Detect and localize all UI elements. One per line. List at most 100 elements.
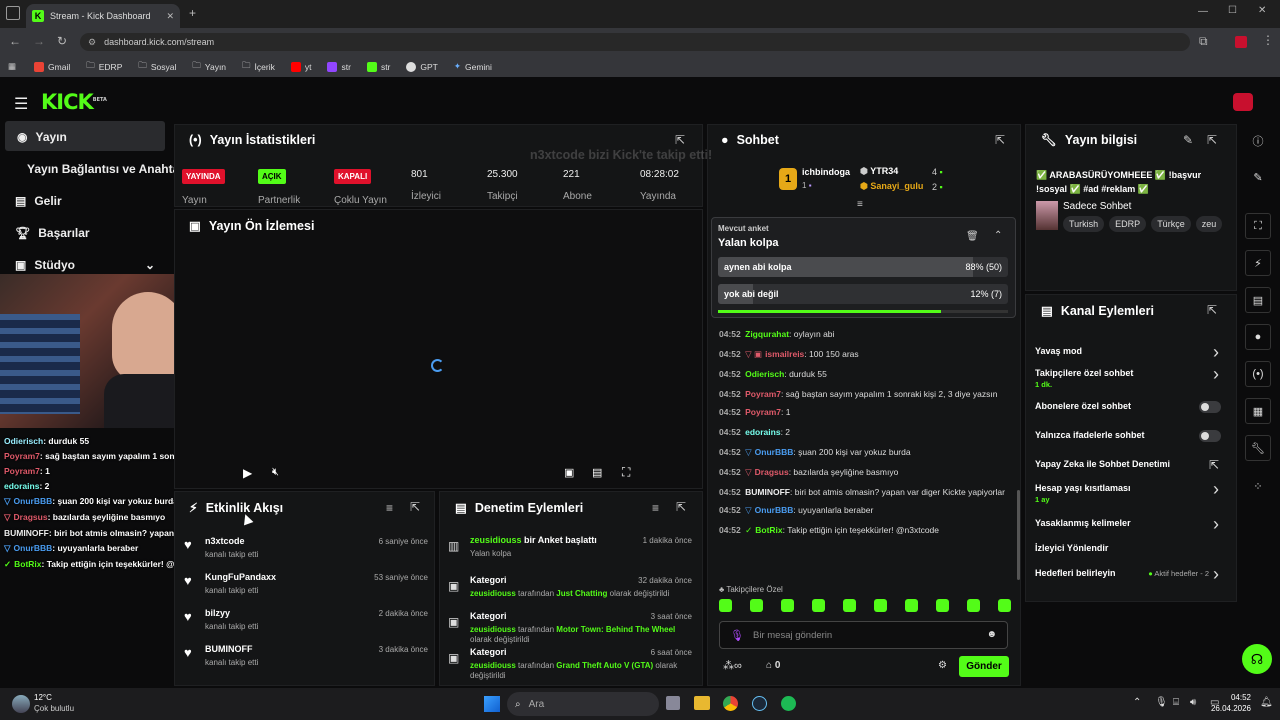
chat-username[interactable]: OnurBBB bbox=[755, 505, 794, 515]
chat-settings-icon[interactable]: ⚙ bbox=[938, 660, 947, 671]
bookmark-yayin[interactable]: 🗀 Yayın bbox=[186, 60, 232, 74]
sidebar-item-yayin[interactable]: ◉ Yayın bbox=[5, 121, 165, 151]
lightning-icon[interactable]: ⚡︎ bbox=[1245, 250, 1271, 276]
close-window-icon[interactable]: ✕ bbox=[1258, 5, 1266, 16]
file-explorer-icon[interactable] bbox=[694, 696, 710, 710]
taskbar-search[interactable]: ⌕ Ara bbox=[507, 692, 659, 716]
chat-scrollbar[interactable] bbox=[1017, 490, 1020, 580]
more-icon[interactable]: ⁘ bbox=[1245, 473, 1271, 499]
channel-action-2[interactable]: Takipçilere özel sohbet 1 dk. › bbox=[1035, 362, 1225, 395]
collapse-leaderboard-icon[interactable]: ≡ bbox=[857, 199, 863, 210]
edit-pencil-icon[interactable]: ✎ bbox=[1183, 133, 1193, 147]
clock-time[interactable]: 04:52 bbox=[1213, 693, 1251, 702]
bookmark-edrp[interactable]: 🗀 EDRP bbox=[80, 60, 128, 74]
sidebar-item-studyo[interactable]: ▣ Stüdyo ⌄ bbox=[15, 258, 155, 272]
mod-category[interactable]: Motor Town: Behind The Wheel bbox=[556, 625, 675, 634]
tag[interactable]: zeu bbox=[1195, 216, 1223, 232]
mute-icon[interactable]: 🔇︎ bbox=[272, 466, 279, 479]
info-icon[interactable]: ⓘ bbox=[1245, 128, 1271, 154]
mod-username[interactable]: zeusidiouss bbox=[470, 661, 516, 670]
trash-icon[interactable]: 🗑︎ bbox=[966, 231, 979, 242]
emote-icon[interactable] bbox=[750, 599, 763, 612]
popout-icon[interactable]: ⇱ bbox=[995, 133, 1005, 147]
follower-name[interactable]: bilzyy bbox=[205, 608, 230, 618]
bookmark-gemini[interactable]: ✦ Gemini bbox=[448, 61, 498, 72]
channel-action-4[interactable]: Yalnızca ifadelerle sohbet bbox=[1035, 424, 1225, 453]
reload-icon[interactable]: ↻ bbox=[57, 34, 67, 48]
follower-name[interactable]: BUMINOFF bbox=[205, 644, 253, 654]
chat-username[interactable]: Poyram7 bbox=[745, 407, 781, 417]
chat-username[interactable]: BUMINOFF bbox=[745, 487, 790, 497]
sidebar-item-stream-key[interactable]: Yayın Bağlantısı ve Anahtarı bbox=[27, 162, 187, 176]
pip-icon[interactable]: ▣ bbox=[564, 466, 574, 479]
channel-points-icon[interactable]: ⁂∞ bbox=[723, 659, 742, 672]
address-bar[interactable]: ⚙ dashboard.kick.com/stream bbox=[80, 33, 1190, 51]
channel-action-9[interactable]: Hedefleri belirleyin ● Aktif hedefler - 2… bbox=[1035, 562, 1225, 587]
task-view-icon[interactable] bbox=[666, 696, 680, 710]
emote-icon[interactable] bbox=[905, 599, 918, 612]
mod-username[interactable]: zeusidiouss bbox=[470, 625, 516, 634]
emote-icon[interactable] bbox=[843, 599, 856, 612]
filter-icon[interactable]: ≡ bbox=[652, 501, 659, 515]
emote-icon[interactable] bbox=[967, 599, 980, 612]
filter-icon[interactable]: ≡ bbox=[386, 501, 393, 515]
windows-start-icon[interactable] bbox=[484, 696, 500, 712]
tray-volume-icon[interactable]: 🔊︎ bbox=[1190, 697, 1196, 708]
chevron-up-icon[interactable]: ⌃ bbox=[994, 230, 1002, 241]
toggle-switch[interactable] bbox=[1199, 401, 1221, 413]
notification-bell-icon[interactable]: 🔔︎ bbox=[1260, 697, 1273, 708]
sidebar-item-basarilar[interactable]: 🏆︎ Başarılar bbox=[15, 226, 90, 240]
extension-shield-icon[interactable] bbox=[1235, 36, 1247, 48]
bookmark-gmail[interactable]: Gmail bbox=[28, 61, 76, 72]
raid-icon[interactable]: ⛶ bbox=[1245, 213, 1271, 239]
popout-icon[interactable]: ⇱ bbox=[676, 500, 686, 514]
back-icon[interactable]: ← bbox=[9, 34, 21, 48]
channel-action-6[interactable]: Hesap yaşı kısıtlaması 1 ay › bbox=[1035, 477, 1225, 512]
bookmark-yt[interactable]: yt bbox=[285, 61, 318, 72]
emote-icon[interactable] bbox=[936, 599, 949, 612]
bookmark-icerik[interactable]: 🗀 İçerik bbox=[236, 60, 281, 74]
user-avatar[interactable] bbox=[1233, 93, 1253, 111]
emote-icon[interactable] bbox=[781, 599, 794, 612]
tab-actions-icon[interactable] bbox=[6, 6, 20, 20]
kick-logo[interactable]: KICKBETA bbox=[41, 90, 107, 114]
chat-input[interactable]: 🎙︎ Bir mesaj gönderin ☻ bbox=[719, 621, 1008, 649]
emote-icon[interactable] bbox=[998, 599, 1011, 612]
chat-username[interactable]: edorains bbox=[745, 427, 780, 437]
mod-category[interactable]: Grand Theft Auto V (GTA) bbox=[556, 661, 653, 670]
tray-microphone-icon[interactable]: 🎙︎ bbox=[1155, 697, 1168, 708]
chat-username[interactable]: BotRix bbox=[755, 525, 782, 535]
clock-date[interactable]: 26.04.2026 bbox=[1203, 704, 1251, 713]
spotify-icon[interactable] bbox=[781, 696, 796, 711]
forward-icon[interactable]: → bbox=[33, 34, 45, 48]
sidebar-item-gelir[interactable]: ▤ Gelir bbox=[15, 194, 62, 208]
mod-username[interactable]: zeusidiouss bbox=[470, 589, 516, 598]
new-tab-icon[interactable]: + bbox=[189, 6, 196, 20]
popout-icon[interactable]: ⇱ bbox=[1207, 133, 1217, 147]
channel-action-5[interactable]: Yapay Zeka ile Sohbet Denetimi ⇱ bbox=[1035, 453, 1225, 477]
tray-chevron-up-icon[interactable]: ⌃ bbox=[1133, 697, 1141, 708]
channel-action-1[interactable]: Yavaş mod › bbox=[1035, 340, 1225, 362]
channel-action-3[interactable]: Abonelere özel sohbet bbox=[1035, 395, 1225, 424]
hamburger-menu-icon[interactable]: ☰ bbox=[14, 94, 28, 114]
popout-icon[interactable]: ⇱ bbox=[675, 133, 685, 147]
stats-icon[interactable]: ▦ bbox=[1245, 398, 1271, 424]
channel-action-7[interactable]: Yasaklanmış kelimeler › bbox=[1035, 512, 1225, 537]
chat-username[interactable]: ismailreis bbox=[765, 349, 804, 359]
menu-dots-icon[interactable]: ⋮ bbox=[1262, 33, 1274, 47]
emote-icon[interactable] bbox=[812, 599, 825, 612]
chat-username[interactable]: OnurBBB bbox=[755, 447, 794, 457]
site-info-icon[interactable]: ⚙ bbox=[88, 37, 96, 48]
minimize-icon[interactable]: — bbox=[1198, 6, 1208, 17]
chat-username[interactable]: Zigqurahat bbox=[745, 329, 789, 339]
tag[interactable]: EDRP bbox=[1109, 216, 1147, 232]
popout-icon[interactable]: ⇱ bbox=[1207, 303, 1217, 317]
play-icon[interactable]: ▶ bbox=[243, 466, 252, 480]
tray-network-icon[interactable]: ⌸ bbox=[1173, 697, 1179, 708]
browser-tab[interactable]: K Stream - Kick Dashboard ✕ bbox=[26, 4, 180, 28]
chat-username[interactable]: Poyram7 bbox=[745, 389, 781, 399]
toggle-switch[interactable] bbox=[1199, 430, 1221, 442]
steam-icon[interactable] bbox=[752, 696, 767, 711]
chrome-icon[interactable] bbox=[723, 696, 738, 711]
bookmark-str-kick[interactable]: str bbox=[361, 61, 396, 72]
